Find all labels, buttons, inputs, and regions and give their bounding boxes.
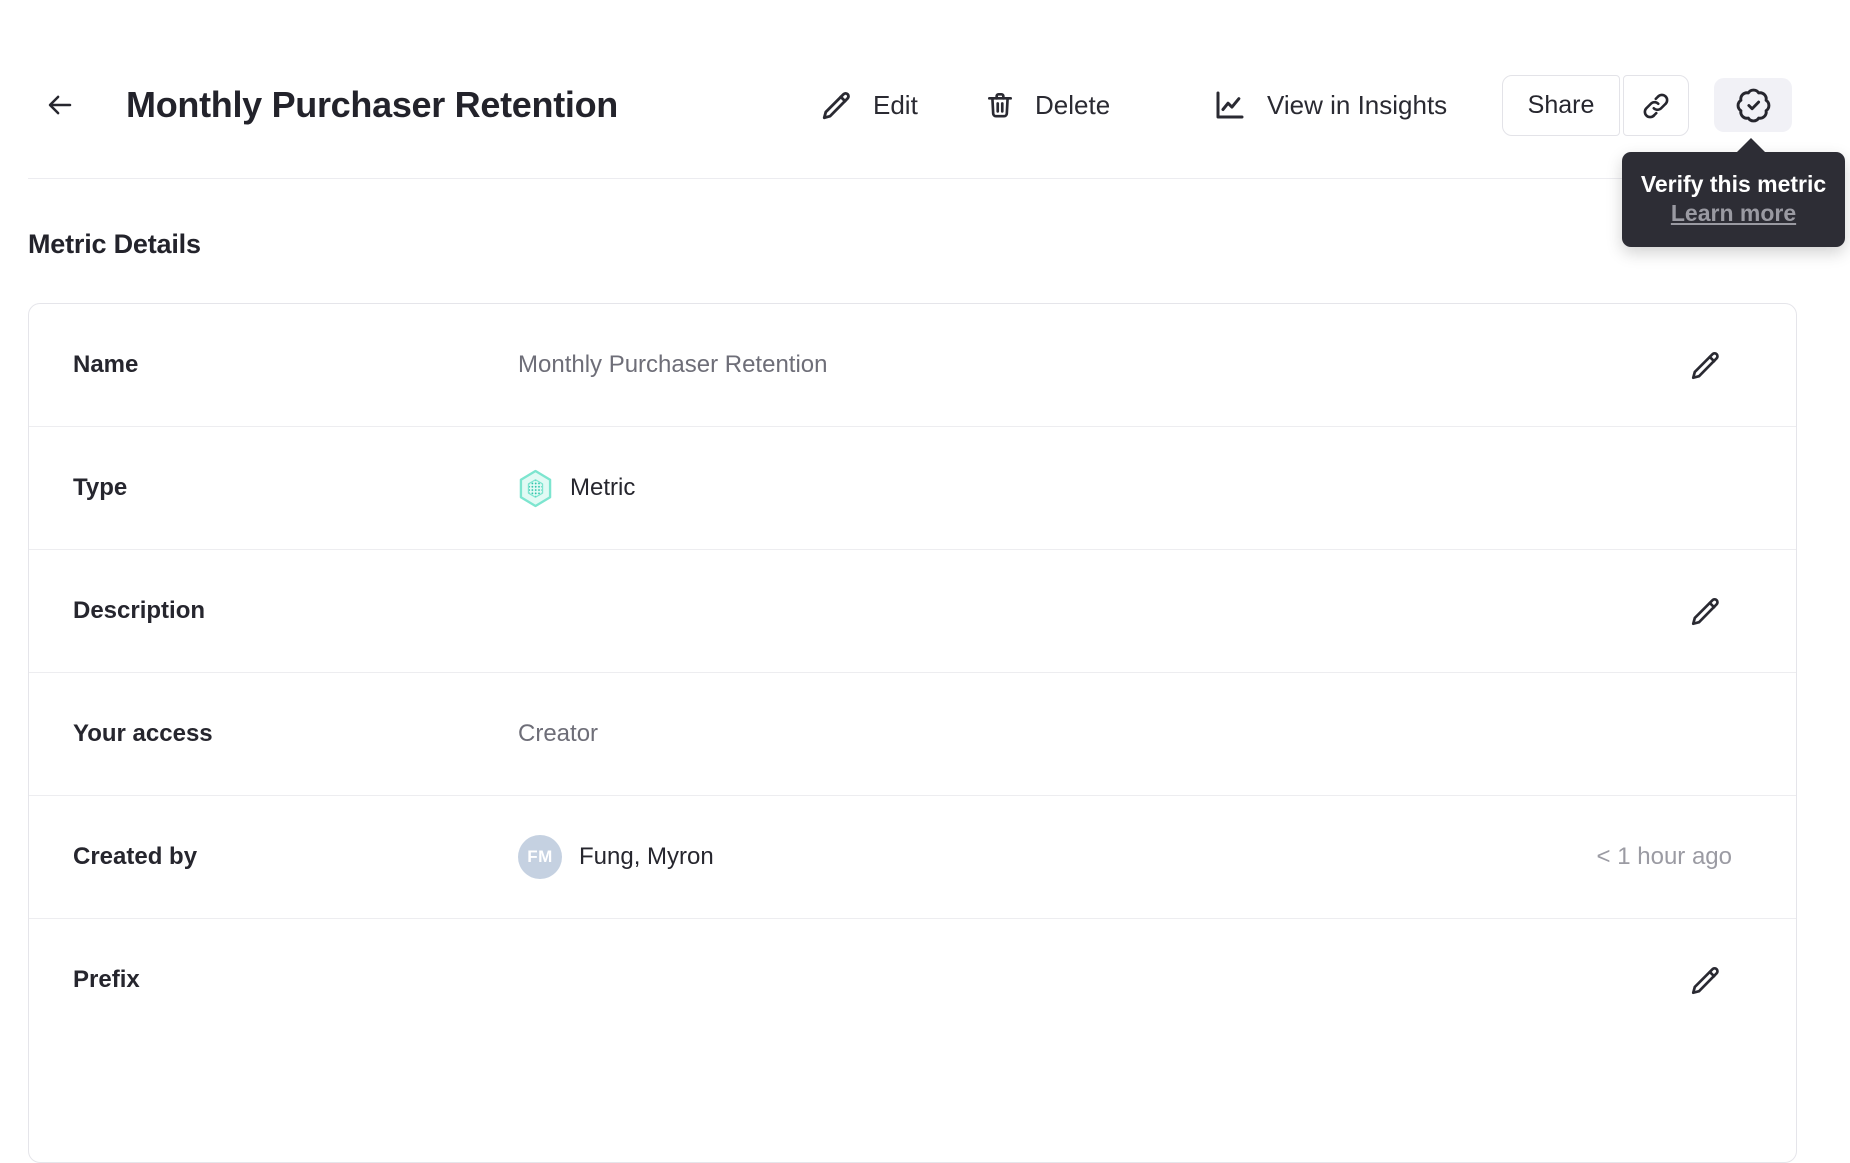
row-type: Type Metric	[29, 427, 1796, 550]
metric-details-card: Name Monthly Purchaser Retention Type Me…	[28, 303, 1797, 1163]
verify-metric-button[interactable]	[1714, 78, 1792, 132]
created-timestamp: < 1 hour ago	[1596, 843, 1732, 870]
delete-button-label: Delete	[1035, 89, 1111, 120]
row-your-access: Your access Creator	[29, 673, 1796, 796]
row-your-access-label: Your access	[73, 720, 213, 747]
row-name-value: Monthly Purchaser Retention	[518, 351, 828, 378]
edit-description-button[interactable]	[1686, 591, 1726, 631]
header-divider	[28, 178, 1822, 179]
section-heading: Metric Details	[28, 229, 201, 259]
row-type-value: Metric	[570, 474, 636, 501]
row-name: Name Monthly Purchaser Retention	[29, 304, 1796, 427]
pencil-icon	[1689, 594, 1723, 628]
page-title: Monthly Purchaser Retention	[126, 84, 618, 125]
row-name-label: Name	[73, 351, 139, 378]
trash-icon	[984, 88, 1016, 122]
view-in-insights-button[interactable]: View in Insights	[1212, 80, 1447, 130]
arrow-left-icon	[45, 90, 75, 120]
avatar: FM	[518, 835, 562, 879]
view-in-insights-label: View in Insights	[1267, 89, 1448, 120]
seal-check-icon	[1735, 87, 1772, 124]
row-description: Description	[29, 550, 1796, 673]
edit-button-label: Edit	[873, 89, 918, 120]
tooltip-title: Verify this metric	[1640, 171, 1827, 197]
back-button[interactable]	[36, 82, 84, 128]
line-chart-icon	[1212, 87, 1248, 123]
row-created-by-value: Fung, Myron	[579, 843, 714, 870]
delete-button[interactable]: Delete	[984, 80, 1110, 130]
metric-hexagon-icon	[518, 469, 553, 508]
pencil-icon	[1689, 348, 1723, 382]
edit-button[interactable]: Edit	[820, 80, 918, 130]
row-prefix-label: Prefix	[73, 966, 140, 993]
edit-name-button[interactable]	[1686, 345, 1726, 385]
verify-tooltip: Verify this metric Learn more	[1622, 138, 1845, 247]
row-created-by: Created by FM Fung, Myron < 1 hour ago	[29, 796, 1796, 919]
metric-detail-page: Monthly Purchaser Retention Edit Delete …	[0, 0, 1850, 1163]
share-button-group: Share	[1502, 75, 1689, 136]
tooltip-learn-more-link[interactable]: Learn more	[1671, 199, 1796, 228]
pencil-icon	[1689, 963, 1723, 997]
share-button-label: Share	[1527, 91, 1595, 119]
link-icon	[1641, 91, 1671, 121]
share-button[interactable]: Share	[1502, 75, 1620, 136]
pencil-icon	[820, 88, 854, 122]
row-your-access-value: Creator	[518, 720, 599, 747]
tooltip-arrow	[1736, 138, 1766, 153]
copy-link-button[interactable]	[1623, 75, 1689, 136]
row-description-label: Description	[73, 597, 206, 624]
row-created-by-label: Created by	[73, 843, 198, 870]
row-type-label: Type	[73, 474, 128, 501]
row-prefix: Prefix	[29, 919, 1796, 1041]
edit-prefix-button[interactable]	[1686, 960, 1726, 1000]
